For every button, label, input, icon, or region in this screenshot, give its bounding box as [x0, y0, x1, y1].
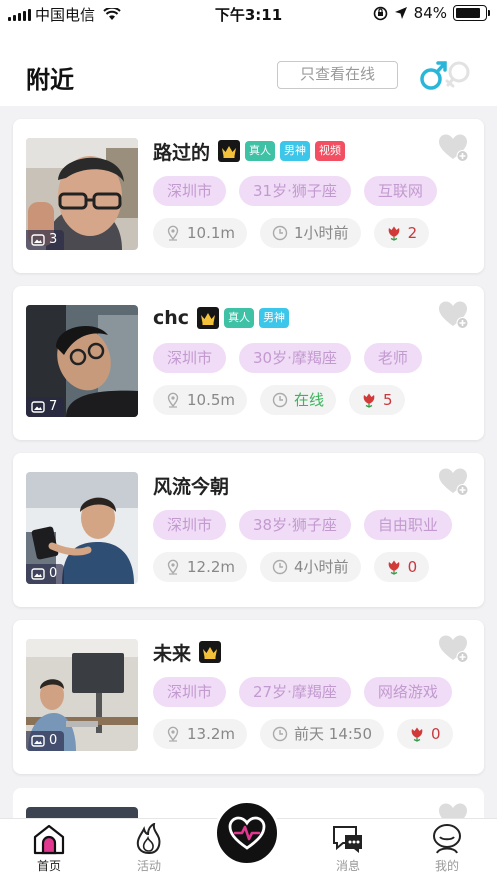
like-heart-icon[interactable] [438, 133, 470, 163]
user-card[interactable]: 3 路过的 真人 男神 视频 深圳市 31岁·狮子座 互联网 10.1m 1小时… [13, 119, 484, 273]
badge-male-god: 男神 [280, 141, 311, 161]
rose-stat: 5 [349, 385, 405, 415]
gender-filter-icon[interactable] [414, 57, 474, 93]
tab-activity[interactable]: 活动 [114, 823, 184, 874]
photo-count: 7 [26, 397, 65, 417]
user-photo[interactable]: 7 [26, 305, 138, 417]
clock-icon [272, 726, 288, 742]
tab-home[interactable]: 首页 [14, 823, 84, 874]
like-heart-icon[interactable] [438, 300, 470, 330]
last-active-stat: 在线 [260, 385, 337, 415]
photo-count: 0 [26, 564, 65, 584]
profile-icon [433, 824, 461, 854]
photo-count: 3 [26, 230, 65, 250]
clock-icon [272, 225, 288, 241]
tab-mine-label: 我的 [434, 859, 459, 873]
distance-stat: 10.1m [153, 218, 248, 248]
rose-stat: 2 [373, 218, 430, 248]
vip-crown-icon [197, 307, 220, 329]
distance-stat: 10.5m [153, 385, 248, 415]
tab-messages-label: 消息 [335, 859, 360, 873]
city-tag: 深圳市 [153, 677, 227, 707]
user-name[interactable]: 风流今朝 [153, 472, 229, 499]
tab-activity-label: 活动 [136, 859, 161, 873]
gallery-icon [31, 735, 45, 747]
tab-messages[interactable]: 消息 [313, 823, 383, 874]
gallery-icon [31, 401, 45, 413]
rose-stat: 0 [373, 552, 430, 582]
photo-count: 0 [26, 731, 65, 751]
clock-icon [272, 559, 288, 575]
city-tag: 深圳市 [153, 343, 227, 373]
age-sign-tag: 31岁·狮子座 [239, 176, 351, 206]
city-tag: 深圳市 [153, 176, 227, 206]
rose-icon [388, 226, 399, 241]
rose-stat: 0 [397, 719, 453, 749]
job-tag: 自由职业 [363, 510, 452, 540]
user-name[interactable]: 路过的 [153, 138, 210, 165]
heartbeat-icon [228, 816, 266, 850]
age-sign-tag: 38岁·狮子座 [239, 510, 351, 540]
job-tag: 老师 [363, 343, 422, 373]
badge-real: 真人 [224, 308, 255, 328]
badge-male-god: 男神 [259, 308, 290, 328]
location-pin-icon [167, 392, 179, 408]
age-sign-tag: 27岁·摩羯座 [239, 677, 351, 707]
orientation-lock-icon [373, 6, 387, 20]
rose-icon [363, 393, 375, 408]
flame-icon [136, 823, 161, 855]
vip-crown-icon [199, 641, 222, 663]
clock-icon [272, 392, 288, 408]
top-header: 附近 只查看在线 [0, 26, 497, 106]
badge-video: 视频 [315, 141, 346, 161]
distance-stat: 12.2m [153, 552, 248, 582]
battery-icon [453, 5, 490, 21]
tab-mine[interactable]: 我的 [412, 823, 482, 874]
vip-crown-icon [218, 140, 241, 162]
age-sign-tag: 30岁·摩羯座 [239, 343, 351, 373]
battery-percent: 84% [413, 4, 447, 22]
job-tag: 互联网 [363, 176, 437, 206]
center-match-button[interactable] [214, 800, 280, 866]
gallery-icon [31, 234, 45, 246]
like-heart-icon[interactable] [438, 634, 470, 664]
city-tag: 深圳市 [153, 510, 227, 540]
location-pin-icon [167, 726, 179, 742]
user-name[interactable]: chc [153, 307, 189, 329]
gallery-icon [31, 568, 45, 580]
last-active-stat: 前天 14:50 [260, 719, 385, 749]
rose-icon [411, 727, 423, 742]
location-pin-icon [167, 559, 179, 575]
tab-home-label: 首页 [36, 859, 61, 873]
location-pin-icon [167, 225, 179, 241]
user-name[interactable]: 未来 [153, 639, 191, 666]
user-card[interactable]: 0 未来 深圳市 27岁·摩羯座 网络游戏 13.2m 前天 14:50 0 [13, 620, 484, 774]
online-only-button[interactable]: 只查看在线 [277, 61, 398, 89]
chat-icon [333, 826, 362, 853]
last-active-stat: 1小时前 [260, 218, 361, 248]
distance-stat: 13.2m [153, 719, 248, 749]
status-bar: 中国电信 下午3:11 84% [0, 0, 497, 26]
user-card[interactable]: 0 风流今朝 深圳市 38岁·狮子座 自由职业 12.2m 4小时前 0 [13, 453, 484, 607]
online-status: 在线 [294, 391, 325, 409]
last-active-stat: 4小时前 [260, 552, 361, 582]
home-icon [33, 824, 65, 855]
user-photo[interactable]: 0 [26, 639, 138, 751]
job-tag: 网络游戏 [363, 677, 452, 707]
like-heart-icon[interactable] [438, 467, 470, 497]
user-card[interactable]: 7 chc 真人 男神 深圳市 30岁·摩羯座 老师 10.5m 在线 5 [13, 286, 484, 440]
rose-icon [388, 560, 399, 575]
user-photo[interactable]: 3 [26, 138, 138, 250]
page-title: 附近 [26, 66, 74, 94]
user-photo[interactable]: 0 [26, 472, 138, 584]
badge-real: 真人 [245, 141, 276, 161]
location-icon [394, 7, 407, 19]
